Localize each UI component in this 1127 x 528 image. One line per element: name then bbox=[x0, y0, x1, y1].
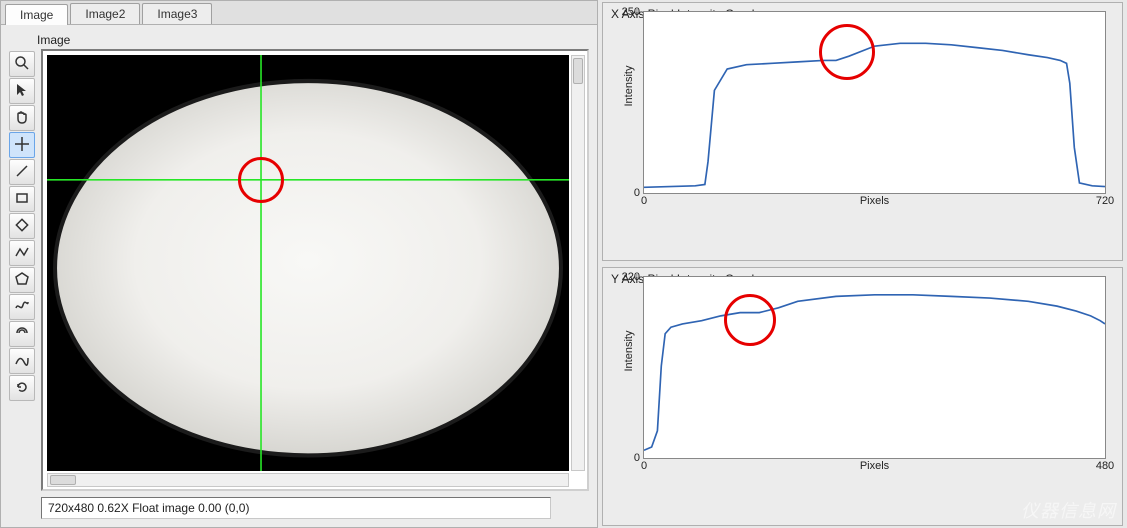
image-display bbox=[47, 55, 569, 471]
x-intensity-chart: X Axis Pixel Intensity Graph Intensity 2… bbox=[602, 2, 1123, 261]
crosshair-icon bbox=[14, 136, 30, 155]
reset-tool[interactable] bbox=[9, 375, 35, 401]
annulus-tool[interactable] bbox=[9, 321, 35, 347]
x-tick-min: 0 bbox=[641, 460, 647, 472]
hand-tool[interactable] bbox=[9, 105, 35, 131]
chart-area[interactable]: 220 0 0 480 bbox=[643, 276, 1106, 459]
rotated-rect-tool[interactable] bbox=[9, 213, 35, 239]
magnify-icon bbox=[14, 55, 30, 74]
x-axis-label: Pixels bbox=[643, 459, 1106, 475]
image-viewport[interactable] bbox=[41, 49, 589, 491]
annulus-icon bbox=[14, 325, 30, 344]
tab-label: Image3 bbox=[157, 7, 197, 21]
watermark: 仪器信息网 bbox=[1021, 497, 1116, 523]
line-tool[interactable] bbox=[9, 159, 35, 185]
y-tick-max: 250 bbox=[622, 6, 640, 18]
scrollbar-vertical[interactable] bbox=[571, 55, 585, 471]
tab-image2[interactable]: Image2 bbox=[70, 3, 140, 24]
image-panel: Image Image2 Image3 Image bbox=[0, 0, 598, 528]
x-axis-label: Pixels bbox=[643, 194, 1106, 210]
reset-icon bbox=[14, 379, 30, 398]
tab-label: Image bbox=[20, 8, 53, 22]
pointer-icon bbox=[14, 82, 30, 101]
rotated-rect-icon bbox=[14, 217, 30, 236]
image-label: Image bbox=[37, 33, 589, 47]
crosshair-tool[interactable] bbox=[9, 132, 35, 158]
graphs-panel: X Axis Pixel Intensity Graph Intensity 2… bbox=[598, 0, 1127, 528]
polyline-tool[interactable] bbox=[9, 240, 35, 266]
freehand-icon bbox=[14, 298, 30, 317]
status-readout: 720x480 0.62X Float image 0.00 (0,0) bbox=[41, 497, 551, 519]
y-axis-label: Intensity bbox=[623, 330, 635, 371]
freehand-tool[interactable] bbox=[9, 294, 35, 320]
y-tick-min: 0 bbox=[634, 452, 640, 464]
rect-tool[interactable] bbox=[9, 186, 35, 212]
tab-row: Image Image2 Image3 bbox=[1, 1, 597, 25]
polygon-icon bbox=[14, 271, 30, 290]
tool-palette bbox=[9, 49, 37, 491]
chart-area[interactable]: 250 0 0 720 bbox=[643, 11, 1106, 194]
x-tick-max: 720 bbox=[1096, 195, 1114, 207]
magnify-tool[interactable] bbox=[9, 51, 35, 77]
curve-icon bbox=[14, 352, 30, 371]
y-intensity-chart: Y Axis Pixel Intensity Graph Intensity 2… bbox=[602, 267, 1123, 526]
polygon-tool[interactable] bbox=[9, 267, 35, 293]
x-tick-min: 0 bbox=[641, 195, 647, 207]
curve-tool[interactable] bbox=[9, 348, 35, 374]
scrollbar-horizontal[interactable] bbox=[47, 473, 569, 487]
line-icon bbox=[14, 163, 30, 182]
tab-image3[interactable]: Image3 bbox=[142, 3, 212, 24]
y-tick-max: 220 bbox=[622, 271, 640, 283]
tab-label: Image2 bbox=[85, 7, 125, 21]
tab-image[interactable]: Image bbox=[5, 4, 68, 25]
pointer-tool[interactable] bbox=[9, 78, 35, 104]
y-tick-min: 0 bbox=[634, 187, 640, 199]
polyline-icon bbox=[14, 244, 30, 263]
x-tick-max: 480 bbox=[1096, 460, 1114, 472]
y-axis-label: Intensity bbox=[623, 65, 635, 106]
hand-icon bbox=[14, 109, 30, 128]
rect-icon bbox=[14, 190, 30, 209]
